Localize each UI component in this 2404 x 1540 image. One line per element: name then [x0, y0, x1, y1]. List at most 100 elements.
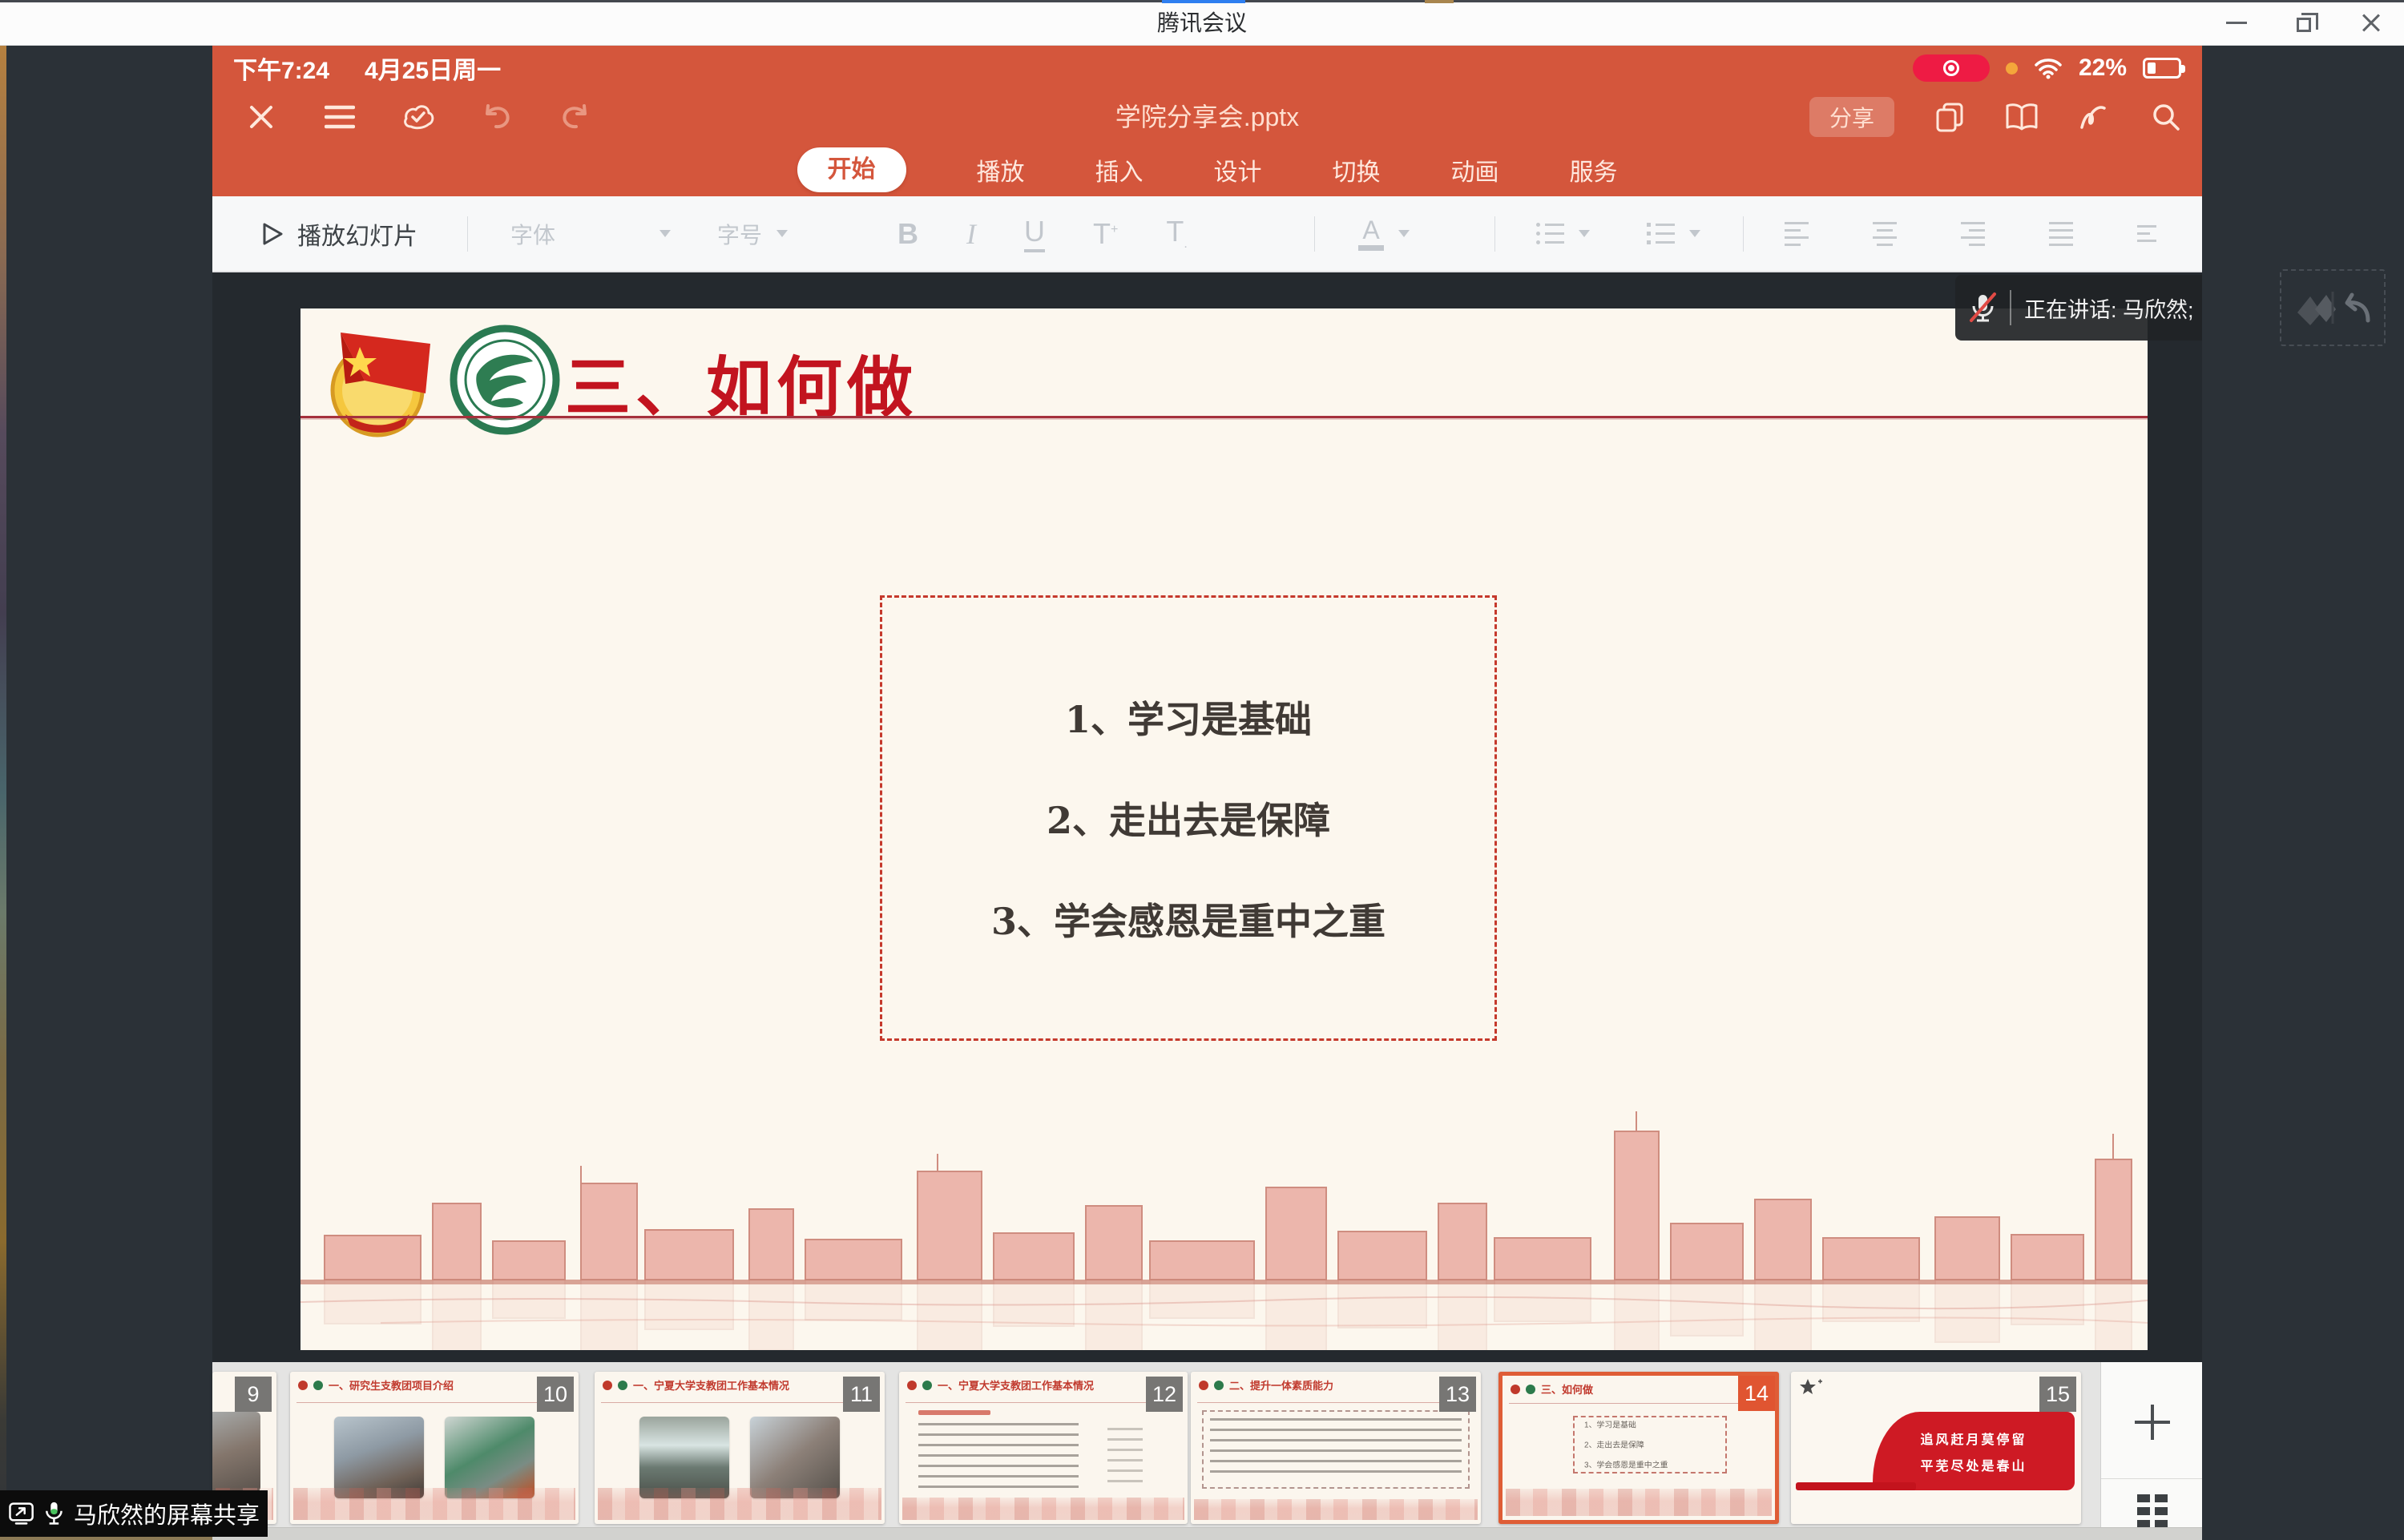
chevron-down-icon: [659, 230, 671, 237]
slide-thumbnail-14-selected[interactable]: 三、如何做 1、学习是基础 2、走出去是保障 3、学会感恩是重中之重 14: [1498, 1372, 1779, 1524]
desktop-edge-sliver: [0, 46, 6, 1540]
filmstrip-side-panel: [2100, 1362, 2202, 1540]
cloud-check-icon: [401, 103, 435, 131]
thumbnail-title: 二、提升一体素质能力: [1229, 1377, 1333, 1393]
bullet-list-button[interactable]: [1536, 196, 1590, 271]
star-icon: [1799, 1378, 1823, 1399]
tab-animation[interactable]: 动画: [1451, 152, 1499, 187]
slide-bullet-1: 1、学习是基础: [1065, 691, 1312, 744]
device-status-bar: 下午7:24 4月25日周一 22%: [212, 46, 2202, 91]
tab-design[interactable]: 设计: [1214, 152, 1262, 187]
copy-button[interactable]: [1933, 100, 1966, 134]
font-color-button[interactable]: A: [1358, 196, 1410, 271]
font-family-dropdown[interactable]: 字体: [510, 196, 671, 271]
desktop-bottom-sliver: [0, 1537, 224, 1540]
window-title: 腾讯会议: [0, 0, 2404, 46]
redo-button[interactable]: [559, 100, 592, 134]
filmstrip-bottom-strip: [212, 1527, 2202, 1540]
screen-recording-indicator[interactable]: [1913, 54, 1990, 82]
thumbnail-dashed-box: [1202, 1410, 1470, 1489]
search-icon: [2151, 102, 2181, 132]
mini-logo-green: [1214, 1381, 1224, 1390]
toolbar-divider: [1494, 216, 1495, 252]
thumbnail-skyline: [1194, 1499, 1478, 1520]
youth-league-logo: [318, 320, 440, 441]
thumbnail-rule: [1509, 1403, 1769, 1404]
slide-number-badge: 10: [537, 1377, 574, 1412]
overlay-divider: [2010, 290, 2011, 325]
restore-icon: [2297, 18, 2311, 32]
menu-button[interactable]: [323, 100, 357, 134]
close-button[interactable]: [2350, 6, 2393, 41]
mini-bullet-3: 3、学会感恩是重中之重: [1584, 1459, 1711, 1470]
notification-dot-icon: [2006, 62, 2018, 75]
slide-text-box[interactable]: 1、学习是基础 2、走出去是保障 3、学会感恩是重中之重: [880, 595, 1497, 1041]
current-slide[interactable]: 三、如何做 1、学习是基础 2、走出去是保障 3、学会感恩是重中之重: [300, 308, 2148, 1350]
restore-button[interactable]: [2282, 6, 2325, 41]
shared-screen: 下午7:24 4月25日周一 22%: [212, 46, 2202, 1540]
meeting-floating-controls[interactable]: [2280, 269, 2386, 346]
numbered-list-button[interactable]: [1647, 196, 1700, 271]
slide-number-badge: 12: [1146, 1377, 1183, 1412]
minimize-button[interactable]: [2215, 6, 2258, 41]
thumbnail-skyline: [598, 1488, 881, 1520]
align-center-button[interactable]: [1873, 196, 1897, 271]
underline-button[interactable]: U: [1024, 215, 1045, 252]
slide-thumbnail-13[interactable]: 二、提升一体素质能力 13: [1191, 1372, 1481, 1524]
slide-thumbnail-10[interactable]: 一、研究生支教团项目介绍 10: [290, 1372, 579, 1524]
slide-thumbnail-11[interactable]: 一、宁夏大学支教团工作基本情况 11: [595, 1372, 885, 1524]
tab-transition[interactable]: 切换: [1333, 152, 1381, 187]
open-book-icon: [2005, 103, 2039, 131]
thumbnail-text-lines: [918, 1423, 1079, 1489]
font-size-dropdown[interactable]: 字号: [717, 196, 788, 271]
thumbnail-skyline: [293, 1488, 575, 1520]
tab-services[interactable]: 服务: [1570, 152, 1618, 187]
minimize-icon: [2226, 22, 2247, 24]
toolbar-divider: [467, 216, 468, 252]
tab-play[interactable]: 播放: [977, 152, 1025, 187]
close-document-button[interactable]: [244, 100, 278, 134]
line-spacing-button[interactable]: [2137, 196, 2156, 271]
search-button[interactable]: [2149, 100, 2183, 134]
slide-canvas: 三、如何做 1、学习是基础 2、走出去是保障 3、学会感恩是重中之重: [212, 272, 2202, 1362]
subscript-button[interactable]: T.: [1166, 215, 1187, 252]
ink-pen-button[interactable]: [2077, 100, 2111, 134]
bold-button[interactable]: B: [897, 217, 918, 251]
italic-button[interactable]: I: [966, 217, 976, 251]
align-right-button[interactable]: [1961, 196, 1985, 271]
slide-thumbnail-15[interactable]: 追风赶月莫停留 平芜尽处是春山 15: [1791, 1372, 2081, 1524]
chevron-down-icon: [1689, 230, 1700, 237]
add-slide-button[interactable]: [2101, 1394, 2203, 1450]
hamburger-menu-icon: [325, 105, 355, 129]
university-logo: [448, 323, 562, 437]
share-button[interactable]: 分享: [1809, 97, 1894, 137]
undo-button[interactable]: [480, 100, 514, 134]
city-skyline-illustration: [300, 1110, 2148, 1350]
align-left-button[interactable]: [1785, 196, 1809, 271]
mini-logo-green: [922, 1381, 932, 1390]
battery-icon: [2143, 58, 2181, 79]
tab-insert[interactable]: 插入: [1095, 152, 1144, 187]
slide-thumbnail-12[interactable]: 一、宁夏大学支教团工作基本情况 12: [899, 1372, 1188, 1524]
align-justify-button[interactable]: [2049, 196, 2073, 271]
superscript-label: T: [1093, 217, 1111, 250]
reading-view-button[interactable]: [2005, 100, 2039, 134]
speaking-text: 正在讲话: 马欣然;: [2024, 292, 2194, 324]
play-slideshow-label: 播放幻灯片: [297, 216, 417, 252]
thumbnail-title: 一、研究生支教团项目介绍: [329, 1377, 454, 1393]
format-toolbar: 播放幻灯片 字体 字号 B I U T+ T. A: [212, 196, 2202, 272]
cloud-save-button[interactable]: [401, 100, 435, 134]
slide-bullet-2: 2、走出去是保障: [1047, 792, 1330, 845]
slide-number-badge-selected: 14: [1738, 1376, 1775, 1411]
slide-number-badge: 11: [843, 1377, 880, 1412]
thumbnail-banner-bar: [1796, 1482, 1916, 1490]
tab-home[interactable]: 开始: [797, 147, 906, 192]
superscript-button[interactable]: T+: [1093, 217, 1118, 251]
mini-bullet-2: 2、走出去是保障: [1584, 1439, 1711, 1450]
mini-logo-red: [1199, 1381, 1208, 1390]
play-slideshow-button[interactable]: 播放幻灯片: [260, 196, 417, 271]
mini-logo-red: [603, 1381, 612, 1390]
slide-title-rule: [300, 416, 2148, 418]
thumbnail-skyline: [1506, 1489, 1772, 1516]
record-icon: [1943, 60, 1959, 76]
